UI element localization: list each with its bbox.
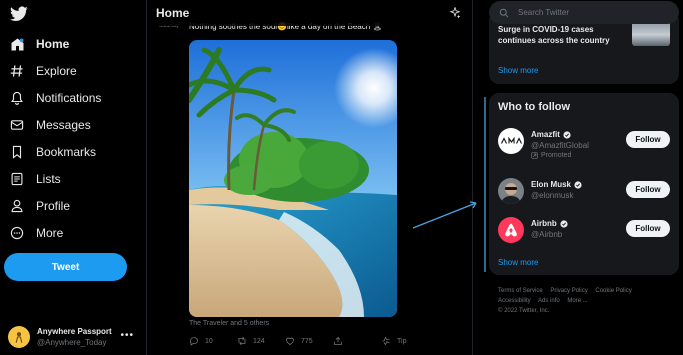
- trend-headline[interactable]: Surge in COVID-19 cases continues across…: [498, 24, 628, 46]
- footer-link-terms[interactable]: Terms of Service: [498, 288, 543, 294]
- tweet-button[interactable]: Tweet: [4, 253, 127, 281]
- nav-more-label: More: [36, 226, 64, 240]
- amazfit-handle: @AmazfitGlobal: [531, 141, 589, 150]
- search-icon: [499, 8, 509, 17]
- nav-notifications[interactable]: Notifications: [8, 87, 101, 109]
- like-count: 775: [301, 337, 313, 345]
- who-to-follow-panel: Who to follow Amazfit @AmazfitGlobal Pro…: [489, 93, 679, 275]
- avatar: [8, 326, 30, 348]
- left-sidebar: Home Explore Notifications Messages Book…: [0, 0, 147, 355]
- nav-profile-label: Profile: [36, 199, 71, 213]
- retweet-count: 124: [253, 337, 265, 345]
- tip-icon: [382, 336, 390, 346]
- like-button[interactable]: 775: [285, 335, 333, 347]
- reply-count: 10: [205, 337, 213, 345]
- airbnb-handle: @Airbnb: [531, 230, 563, 239]
- reply-icon: [189, 337, 198, 346]
- retweet-icon: [238, 336, 246, 346]
- airbnb-avatar: [498, 217, 524, 243]
- airbnb-name: Airbnb: [531, 219, 557, 228]
- follow-button-elonmusk[interactable]: Follow: [626, 181, 670, 198]
- sparkle-icon[interactable]: [449, 7, 461, 19]
- envelope-icon: [8, 116, 26, 134]
- amazfit-name: Amazfit: [531, 130, 560, 139]
- nav-explore[interactable]: Explore: [8, 60, 77, 82]
- wtf-name-row: Amazfit: [531, 130, 571, 139]
- search-input[interactable]: [518, 8, 668, 17]
- timeline-header: Home: [147, 0, 472, 26]
- person-icon: [8, 197, 26, 215]
- trends-panel: Surge in COVID-19 cases continues across…: [489, 18, 679, 84]
- elonmusk-avatar: [498, 178, 524, 204]
- tip-button[interactable]: Tip: [381, 335, 429, 347]
- hashtag-icon: [8, 62, 26, 80]
- follow-suggestion-amazfit[interactable]: Amazfit @AmazfitGlobal Promoted Follow: [498, 128, 670, 164]
- tweet-image-beach[interactable]: [189, 40, 397, 317]
- wtf-name-row: Elon Musk: [531, 180, 582, 189]
- nav-home-label: Home: [36, 37, 70, 51]
- follow-button-airbnb[interactable]: Follow: [626, 220, 670, 237]
- footer-link-ads[interactable]: Ads info: [538, 298, 560, 304]
- search-bar[interactable]: [489, 1, 679, 24]
- bell-icon: [8, 89, 26, 107]
- nav-lists-label: Lists: [36, 172, 61, 186]
- footer-link-cookie[interactable]: Cookie Policy: [595, 288, 631, 294]
- airbnb-logo-icon: [505, 223, 517, 237]
- tweet-actions: 10 124 775 Tip: [189, 335, 429, 347]
- more-dots-icon: •••: [120, 330, 134, 341]
- main-timeline: Home Saturday Nothing soothes the soul😊l…: [147, 0, 473, 355]
- verified-badge-icon: [574, 180, 582, 189]
- heart-icon: [286, 337, 294, 345]
- wtf-name-row: Airbnb: [531, 219, 568, 228]
- share-button[interactable]: [333, 335, 381, 347]
- footer-copyright: © 2022 Twitter, Inc.: [498, 308, 550, 314]
- amazfit-avatar: [498, 128, 524, 154]
- follow-button-amazfit[interactable]: Follow: [626, 131, 670, 148]
- verified-badge-icon: [563, 130, 571, 139]
- follow-suggestion-elonmusk[interactable]: Elon Musk @elonmusk Follow: [498, 178, 670, 214]
- footer-link-privacy[interactable]: Privacy Policy: [550, 288, 587, 294]
- list-icon: [8, 170, 26, 188]
- retweet-button[interactable]: 124: [237, 335, 285, 347]
- elonmusk-handle: @elonmusk: [531, 191, 574, 200]
- more-circle-icon: [8, 224, 26, 242]
- footer-links: Terms of Service Privacy Policy Cookie P…: [498, 286, 678, 316]
- trends-show-more-link[interactable]: Show more: [498, 66, 538, 75]
- promoted-text: Promoted: [541, 152, 572, 159]
- share-icon: [334, 336, 342, 345]
- amazfit-logo-icon: [501, 136, 522, 144]
- nav-bookmarks[interactable]: Bookmarks: [8, 141, 96, 163]
- who-to-follow-show-more-link[interactable]: Show more: [498, 258, 538, 267]
- verified-badge-icon: [560, 219, 568, 228]
- reply-button[interactable]: 10: [189, 335, 237, 347]
- nav-bookmarks-label: Bookmarks: [36, 145, 97, 159]
- follow-suggestion-airbnb[interactable]: Airbnb @Airbnb Follow: [498, 217, 670, 253]
- nav-more[interactable]: More: [8, 222, 63, 244]
- promoted-icon: [531, 152, 538, 159]
- home-icon: [8, 35, 26, 53]
- nav-messages-label: Messages: [36, 118, 91, 132]
- elonmusk-name: Elon Musk: [531, 180, 572, 189]
- bookmark-icon: [8, 143, 26, 161]
- footer-link-more[interactable]: More ...: [567, 298, 587, 304]
- tweet-liked-by[interactable]: The Traveler and 5 others: [189, 320, 269, 327]
- nav-explore-label: Explore: [36, 64, 77, 78]
- account-name: Anywhere Passport: [37, 327, 112, 336]
- who-to-follow-title: Who to follow: [498, 101, 571, 113]
- promoted-label: Promoted: [531, 152, 571, 159]
- twitter-logo-icon[interactable]: [10, 6, 28, 22]
- page-title: Home: [156, 6, 190, 20]
- account-switcher[interactable]: Anywhere Passport @Anywhere_Today •••: [8, 322, 138, 352]
- nav-profile[interactable]: Profile: [8, 195, 70, 217]
- nav-messages[interactable]: Messages: [8, 114, 91, 136]
- account-handle: @Anywhere_Today: [37, 338, 107, 347]
- tip-label: Tip: [397, 337, 407, 345]
- nav-home[interactable]: Home: [8, 33, 69, 55]
- nav-lists[interactable]: Lists: [8, 168, 61, 190]
- footer-link-accessibility[interactable]: Accessibility: [498, 298, 531, 304]
- nav-notifications-label: Notifications: [36, 91, 102, 105]
